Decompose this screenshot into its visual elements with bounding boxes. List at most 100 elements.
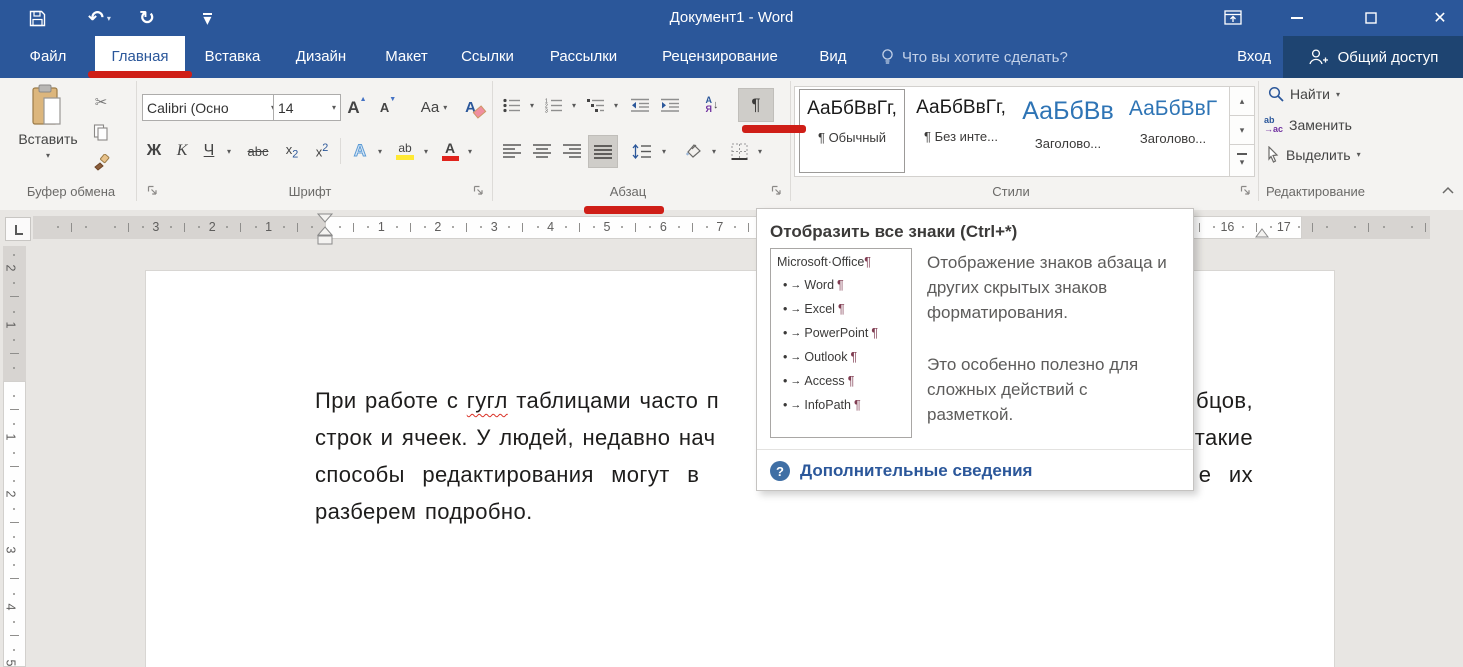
increase-indent-button[interactable] bbox=[656, 90, 684, 120]
collapse-ribbon-button[interactable] bbox=[1438, 180, 1458, 200]
borders-button[interactable] bbox=[724, 136, 754, 166]
ruler-tick bbox=[10, 409, 19, 410]
bold-button[interactable]: Ж bbox=[140, 136, 168, 166]
justify-button[interactable] bbox=[588, 135, 618, 168]
styles-scroll-up-button[interactable]: ▴ bbox=[1229, 86, 1255, 117]
horizontal-ruler[interactable]: 32112345671617 bbox=[33, 216, 1430, 239]
indent-markers[interactable] bbox=[317, 213, 333, 246]
text-effects-dropdown[interactable]: ▾ bbox=[374, 136, 386, 166]
maximize-button[interactable] bbox=[1356, 3, 1386, 33]
find-button[interactable]: Найти ▾ bbox=[1268, 86, 1340, 102]
editing-group-label: Редактирование bbox=[1262, 184, 1396, 199]
text-effects-button[interactable]: А bbox=[346, 136, 374, 166]
strikethrough-icon: abc bbox=[248, 144, 269, 159]
doc-line-4[interactable]: разберем подробно. bbox=[315, 499, 1253, 529]
highlight-dropdown[interactable]: ▾ bbox=[420, 136, 432, 166]
styles-more-button[interactable]: ▾ bbox=[1229, 144, 1255, 177]
shrink-font-button[interactable]: А ▼ bbox=[374, 94, 402, 121]
misspelled-word[interactable]: гугл bbox=[467, 388, 508, 413]
ruler-tick bbox=[692, 223, 693, 232]
font-color-button[interactable]: А bbox=[436, 136, 464, 166]
tab-file[interactable]: Файл bbox=[8, 36, 88, 78]
italic-icon: К bbox=[177, 142, 188, 160]
tab-references[interactable]: Ссылки bbox=[450, 36, 525, 78]
tab-insert[interactable]: Вставка bbox=[190, 36, 275, 78]
paragraph-dialog-launcher-icon[interactable] bbox=[770, 184, 783, 197]
bullets-button[interactable] bbox=[498, 90, 526, 120]
shading-button[interactable] bbox=[678, 136, 708, 166]
style-normal[interactable]: АаБбВвГг, ¶ Обычный bbox=[799, 89, 905, 173]
ruler-tick bbox=[13, 649, 15, 651]
style-heading1[interactable]: АаБбВв Заголово... bbox=[1017, 89, 1119, 171]
styles-dialog-launcher-icon[interactable] bbox=[1239, 184, 1252, 197]
numbering-dropdown[interactable]: ▾ bbox=[568, 90, 580, 120]
multilevel-list-button[interactable] bbox=[582, 90, 610, 120]
tab-selector-button[interactable] bbox=[5, 217, 31, 241]
sort-icon: А Я bbox=[706, 96, 713, 114]
preview-item: •→InfoPath¶ bbox=[783, 398, 907, 412]
ribbon-tab-row: Файл Главная Вставка Дизайн Макет Ссылки… bbox=[0, 36, 1463, 78]
ruler-tick bbox=[184, 223, 185, 232]
underline-dropdown[interactable]: ▾ bbox=[222, 136, 236, 166]
ruler-tick bbox=[734, 226, 736, 228]
close-button[interactable]: ✕ bbox=[1425, 3, 1455, 33]
line-spacing-dropdown[interactable]: ▾ bbox=[658, 136, 670, 166]
ruler-tick bbox=[706, 226, 708, 228]
cut-button[interactable]: ✂ bbox=[88, 90, 114, 114]
ribbon-display-options-button[interactable] bbox=[1218, 3, 1248, 33]
paragraph-group-label: Абзац bbox=[498, 184, 758, 199]
find-dropdown-icon[interactable]: ▾ bbox=[1336, 90, 1340, 99]
font-size-combo[interactable]: 14 ▾ bbox=[273, 94, 341, 121]
subscript-button[interactable]: x2 bbox=[278, 136, 306, 166]
font-color-dropdown[interactable]: ▾ bbox=[464, 136, 476, 166]
shading-dropdown[interactable]: ▾ bbox=[708, 136, 720, 166]
borders-dropdown[interactable]: ▾ bbox=[754, 136, 766, 166]
select-dropdown-icon[interactable]: ▾ bbox=[1357, 150, 1361, 159]
styles-scroll-down-button[interactable]: ▾ bbox=[1229, 115, 1255, 146]
tell-me-box[interactable]: Что вы хотите сделать? bbox=[880, 36, 1068, 78]
highlight-button[interactable]: ab bbox=[390, 136, 420, 166]
learn-more-link[interactable]: Дополнительные сведения bbox=[800, 461, 1032, 481]
superscript-button[interactable]: x2 bbox=[308, 136, 336, 166]
show-marks-button[interactable]: ¶ bbox=[738, 88, 774, 122]
paste-dropdown-icon[interactable]: ▾ bbox=[46, 151, 50, 160]
bullets-dropdown[interactable]: ▾ bbox=[526, 90, 538, 120]
line-spacing-button[interactable] bbox=[626, 136, 658, 166]
format-painter-button[interactable] bbox=[88, 150, 114, 174]
minimize-button[interactable] bbox=[1282, 3, 1312, 33]
share-button[interactable]: Общий доступ bbox=[1283, 36, 1463, 78]
decrease-indent-button[interactable] bbox=[626, 90, 654, 120]
numbering-button[interactable]: 1 2 3 bbox=[540, 90, 568, 120]
tab-design[interactable]: Дизайн bbox=[280, 36, 362, 78]
font-size-dropdown-icon[interactable]: ▾ bbox=[332, 103, 336, 112]
clear-formatting-button[interactable]: А bbox=[462, 94, 490, 121]
select-button[interactable]: Выделить ▾ bbox=[1266, 146, 1361, 163]
style-heading2[interactable]: АаБбВвГ Заголово... bbox=[1123, 89, 1223, 171]
strikethrough-button[interactable]: abc bbox=[240, 136, 276, 166]
style-no-spacing[interactable]: АаБбВвГг, ¶ Без инте... bbox=[910, 89, 1012, 171]
paste-clipboard-icon bbox=[30, 84, 66, 128]
tab-mailings[interactable]: Рассылки bbox=[532, 36, 635, 78]
sort-button[interactable]: А Я ↓ bbox=[694, 90, 730, 120]
multilevel-dropdown[interactable]: ▾ bbox=[610, 90, 622, 120]
paste-button[interactable]: Вставить ▾ bbox=[12, 84, 84, 160]
italic-button[interactable]: К bbox=[169, 136, 195, 166]
vertical-ruler[interactable]: 2112345 bbox=[3, 246, 26, 667]
ruler-number: 2 bbox=[3, 265, 17, 272]
tab-layout[interactable]: Макет bbox=[368, 36, 445, 78]
align-center-button[interactable] bbox=[528, 136, 556, 166]
sign-in-button[interactable]: Вход bbox=[1225, 36, 1283, 78]
ruler-tick bbox=[255, 226, 257, 228]
align-left-button[interactable] bbox=[498, 136, 526, 166]
replace-button[interactable]: ab→ac Заменить bbox=[1264, 116, 1352, 134]
copy-button[interactable] bbox=[88, 120, 114, 144]
align-right-button[interactable] bbox=[558, 136, 586, 166]
change-case-button[interactable]: Аа ▾ bbox=[412, 94, 456, 121]
underline-button[interactable]: Ч bbox=[196, 136, 222, 166]
tab-view[interactable]: Вид bbox=[806, 36, 860, 78]
replace-label: Заменить bbox=[1289, 117, 1352, 133]
grow-font-button[interactable]: А ▲ bbox=[342, 94, 372, 121]
right-indent-marker[interactable] bbox=[1255, 228, 1269, 239]
font-name-combo[interactable]: Calibri (Осно ▾ bbox=[142, 94, 280, 121]
tab-review[interactable]: Рецензирование bbox=[640, 36, 800, 78]
